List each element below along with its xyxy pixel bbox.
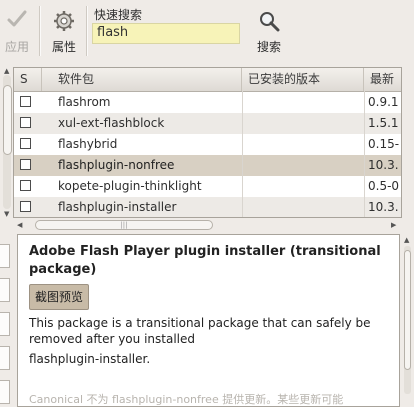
- scroll-up-arrow-icon[interactable]: ▲: [404, 236, 409, 244]
- update-notice-text: Canonical 不为 flashplugin-nonfree 提供更新。某些…: [29, 393, 344, 406]
- status-column-label: S: [20, 72, 28, 86]
- table-row[interactable]: kopete-plugin-thinklight 0.5-0: [14, 176, 401, 197]
- table-row[interactable]: xul-ext-flashblock 1.5.1: [14, 113, 401, 134]
- column-divider: [364, 91, 365, 217]
- package-column-label: 软件包: [58, 72, 95, 86]
- installed-version-column-label: 已安装的版本: [248, 72, 321, 86]
- list-header: S 软件包 已安装的版本 最新: [14, 68, 401, 92]
- search-icon: [260, 12, 280, 32]
- package-name: flashplugin-installer: [58, 200, 177, 214]
- status-column-header[interactable]: S: [14, 68, 42, 91]
- screenshot-preview-button[interactable]: 截图预览: [29, 284, 90, 310]
- latest-version: 0.5-0: [368, 179, 400, 193]
- latest-version-column-label: 最新: [370, 72, 395, 86]
- table-row-selected[interactable]: flashplugin-nonfree 10.3.: [14, 155, 401, 176]
- package-description-text-2: flashplugin-installer.: [29, 352, 151, 366]
- row-checkbox[interactable]: [20, 138, 31, 149]
- latest-version: 10.3.: [368, 158, 399, 172]
- apply-button[interactable]: 应用: [4, 8, 30, 55]
- side-tab[interactable]: [0, 346, 10, 370]
- properties-button[interactable]: 属性: [50, 10, 78, 55]
- package-name: flashplugin-nonfree: [58, 158, 175, 172]
- latest-version: 10.3.: [368, 200, 399, 214]
- search-button[interactable]: 搜索: [253, 10, 285, 55]
- properties-label: 属性: [51, 40, 76, 54]
- list-vertical-scrollbar[interactable]: ▲ ▼: [2, 67, 12, 218]
- row-checkbox[interactable]: [20, 180, 31, 191]
- scroll-down-arrow-icon[interactable]: ▼: [4, 210, 9, 218]
- scrollbar-track: [404, 246, 411, 394]
- latest-version: 0.15-: [368, 137, 400, 151]
- gear-icon: [54, 11, 74, 31]
- description-vertical-scrollbar[interactable]: ▲: [403, 234, 412, 407]
- scroll-right-arrow-icon[interactable]: ▶: [391, 221, 396, 229]
- row-checkbox[interactable]: [20, 201, 31, 212]
- table-row[interactable]: flashybrid 0.15-: [14, 134, 401, 155]
- side-tab[interactable]: [0, 380, 10, 404]
- scrollbar-track: [3, 75, 12, 209]
- scrollbar-thumb[interactable]: [3, 85, 12, 155]
- scrollbar-thumb[interactable]: |||: [35, 220, 213, 230]
- package-description-panel: Adobe Flash Player plugin installer (tra…: [17, 234, 400, 407]
- apply-label: 应用: [4, 40, 29, 54]
- package-name: xul-ext-flashblock: [58, 116, 165, 130]
- row-checkbox[interactable]: [20, 159, 31, 170]
- side-tab[interactable]: [0, 312, 10, 336]
- package-description-title: Adobe Flash Player plugin installer (tra…: [29, 244, 381, 277]
- list-horizontal-scrollbar[interactable]: ◀ ||| ▶: [13, 219, 402, 231]
- search-label: 搜索: [256, 40, 281, 54]
- scrollbar-thumb[interactable]: [404, 250, 411, 370]
- side-tab[interactable]: [0, 244, 10, 268]
- toolbar-separator: [39, 6, 41, 56]
- table-row[interactable]: flashplugin-installer 10.3.: [14, 197, 401, 217]
- package-name: flashybrid: [58, 137, 118, 151]
- row-checkbox[interactable]: [20, 117, 31, 128]
- package-name: flashrom: [58, 95, 111, 109]
- row-checkbox[interactable]: [20, 96, 31, 107]
- package-name: kopete-plugin-thinklight: [58, 179, 202, 193]
- quick-search-label: 快速搜索: [94, 8, 143, 22]
- package-description-text: This package is a transitional package t…: [29, 316, 371, 346]
- toolbar: 应用 属性 快速搜索 flash 搜索: [0, 0, 414, 62]
- toolbar-separator: [86, 6, 88, 56]
- installed-version-column-header[interactable]: 已安装的版本: [242, 68, 364, 91]
- checkmark-icon: [7, 10, 27, 27]
- package-column-header[interactable]: 软件包: [42, 68, 242, 91]
- table-row[interactable]: flashrom 0.9.1: [14, 92, 401, 113]
- side-tab[interactable]: [0, 278, 10, 302]
- latest-version-column-header[interactable]: 最新: [364, 68, 401, 91]
- column-divider: [242, 91, 243, 217]
- latest-version: 1.5.1: [368, 116, 399, 130]
- quick-search-input[interactable]: flash: [92, 23, 240, 44]
- latest-version: 0.9.1: [368, 95, 399, 109]
- scroll-up-arrow-icon[interactable]: ▲: [4, 67, 9, 75]
- package-list: S 软件包 已安装的版本 最新 flashrom 0.9.1 xul-ext-f…: [13, 67, 402, 218]
- scroll-left-arrow-icon[interactable]: ◀: [17, 221, 22, 229]
